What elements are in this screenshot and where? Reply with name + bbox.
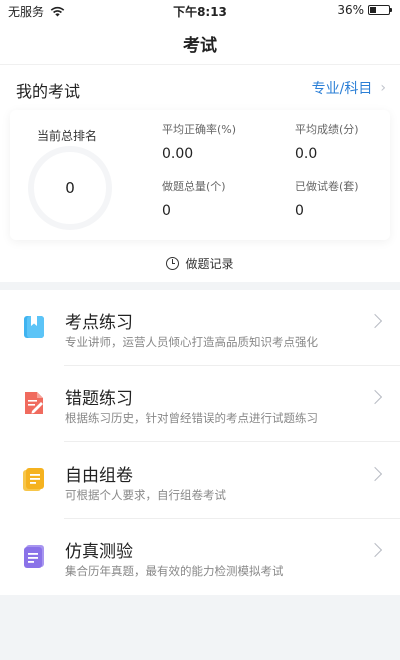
item-title: 考点练习 xyxy=(65,313,133,333)
avg-score-label: 平均成绩(分) xyxy=(295,123,359,136)
chevron-right-icon xyxy=(367,542,383,558)
list-item-key-point-practice[interactable]: 考点练习 专业讲师，运营人员倾心打造高品质知识考点强化 xyxy=(0,290,400,366)
notepad-icon xyxy=(23,468,44,491)
chevron-right-icon xyxy=(367,313,383,329)
chevron-right-icon: › xyxy=(380,80,386,96)
battery-percent: 36% xyxy=(337,3,364,17)
exam-page: 无服务 下午8:13 36% 考试 我的考试 专业/科目 › 当前总排名 0 平… xyxy=(0,0,400,595)
chevron-right-icon xyxy=(367,389,383,405)
my-exam-title: 我的考试 xyxy=(16,82,81,101)
total-questions-label: 做题总量(个) xyxy=(162,180,226,193)
item-title: 自由组卷 xyxy=(65,466,133,486)
test-paper-icon xyxy=(24,545,44,568)
item-description: 根据练习历史，针对曾经错误的考点进行试题练习 xyxy=(65,411,318,425)
papers-done-label: 已做试卷(套) xyxy=(295,180,359,193)
list-item-simulated-test[interactable]: 仿真测验 集合历年真题，最有效的能力检测模拟考试 xyxy=(0,519,400,595)
papers-done-value: 0 xyxy=(295,203,304,219)
bookmark-book-icon xyxy=(24,316,44,338)
status-bar: 无服务 下午8:13 36% xyxy=(0,0,400,22)
item-description: 可根据个人要求，自行组卷考试 xyxy=(65,488,226,502)
list-item-free-paper[interactable]: 自由组卷 可根据个人要求，自行组卷考试 xyxy=(0,443,400,519)
battery-icon xyxy=(368,5,392,15)
document-edit-icon xyxy=(25,392,43,414)
clock-icon xyxy=(166,256,180,270)
stats-card: 当前总排名 0 平均正确率(%) 0.00 平均成绩(分) 0.0 做题总量(个… xyxy=(10,110,390,240)
major-subject-label: 专业/科目 xyxy=(311,81,373,97)
item-description: 集合历年真题，最有效的能力检测模拟考试 xyxy=(65,564,284,578)
rank-label: 当前总排名 xyxy=(37,129,98,143)
accuracy-value: 0.00 xyxy=(162,146,194,162)
practice-record-button[interactable]: 做题记录 xyxy=(0,250,400,276)
chevron-right-icon xyxy=(367,466,383,482)
major-subject-link[interactable]: 专业/科目 › xyxy=(312,78,386,98)
page-title: 考试 xyxy=(0,22,400,65)
section-divider xyxy=(0,282,400,290)
item-title: 仿真测验 xyxy=(65,542,133,562)
rank-value: 0 xyxy=(65,179,75,197)
item-title: 错题练习 xyxy=(65,389,133,409)
item-description: 专业讲师，运营人员倾心打造高品质知识考点强化 xyxy=(65,335,318,349)
accuracy-label: 平均正确率(%) xyxy=(162,123,237,136)
avg-score-value: 0.0 xyxy=(295,146,318,162)
my-exam-header: 我的考试 专业/科目 › xyxy=(0,72,400,106)
list-item-wrong-question-practice[interactable]: 错题练习 根据练习历史，针对曾经错误的考点进行试题练习 xyxy=(0,366,400,442)
total-questions-value: 0 xyxy=(162,203,171,219)
practice-record-label: 做题记录 xyxy=(185,256,234,271)
